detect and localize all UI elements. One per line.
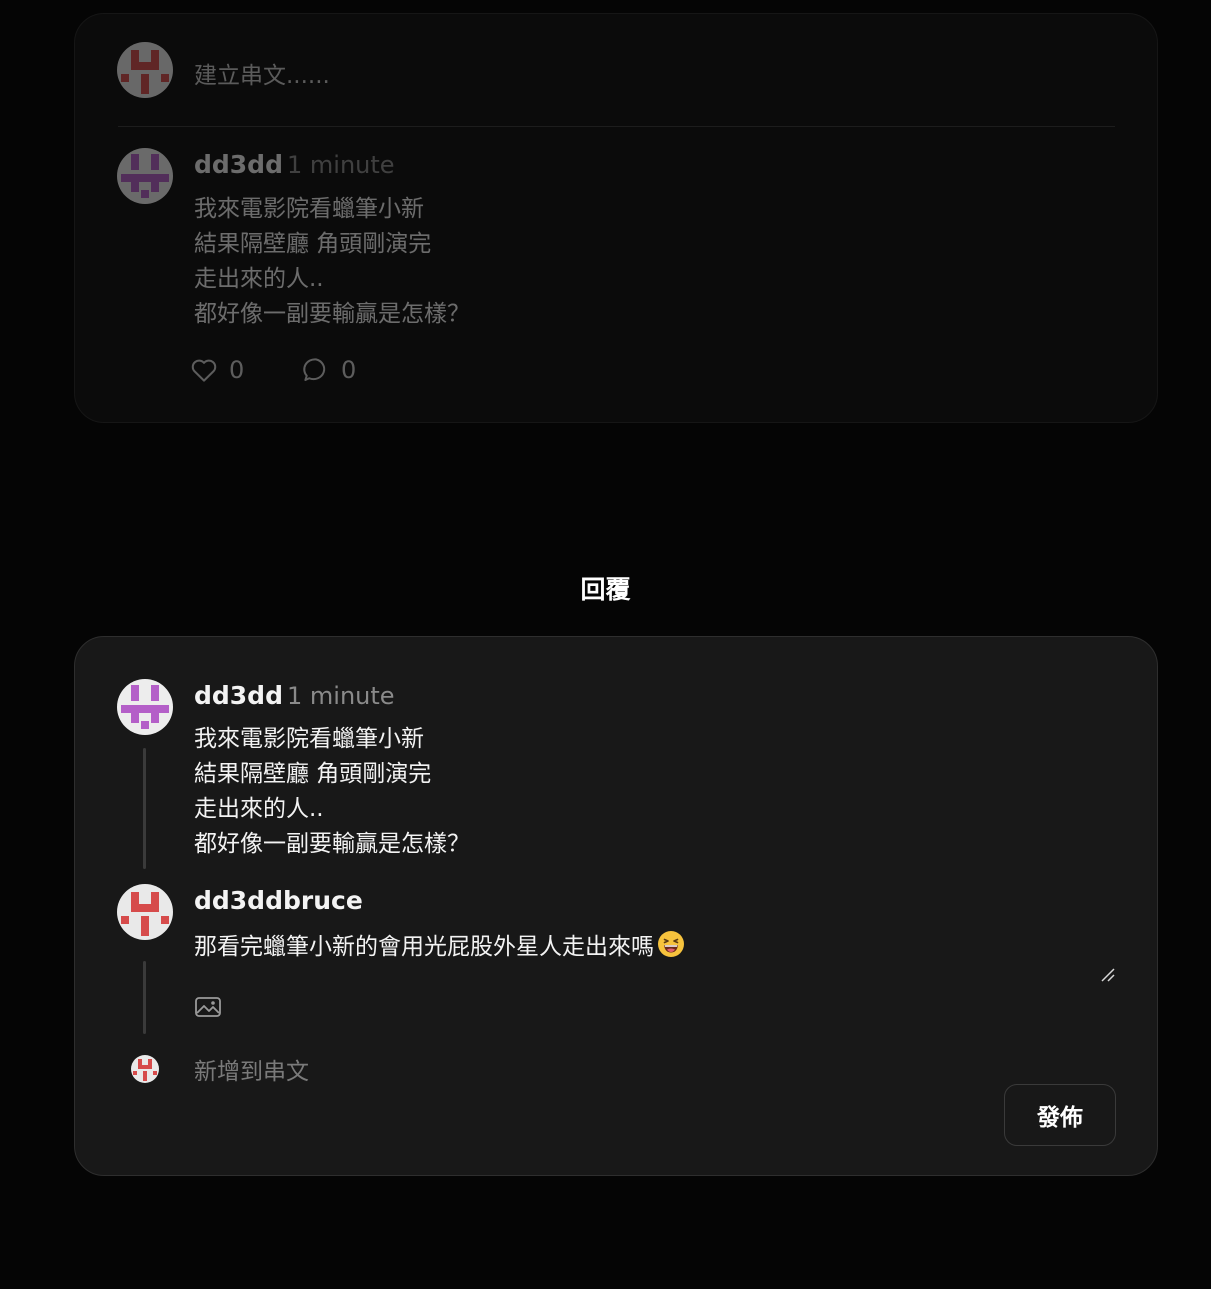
add-thread-avatar: [131, 1055, 159, 1083]
comment-button[interactable]: 0: [301, 355, 356, 385]
original-post-timestamp: 1 minute: [287, 682, 395, 710]
post-timestamp: 1 minute: [287, 151, 395, 179]
post-line: 結果隔壁廳 角頭剛演完: [194, 761, 432, 787]
reply-author-name[interactable]: dd3ddbruce: [194, 886, 363, 915]
reply-text: 那看完蠟筆小新的會用光屁股外星人走出來嗎: [194, 934, 654, 960]
attach-image-icon[interactable]: [194, 995, 222, 1019]
post-author-name[interactable]: dd3dd: [194, 150, 283, 179]
comment-icon: [303, 358, 326, 381]
thread-connector: [143, 748, 146, 869]
like-button[interactable]: 0: [189, 355, 244, 385]
post-line: 都好像一副要輸贏是怎樣？: [194, 301, 470, 327]
reply-textarea[interactable]: 那看完蠟筆小新的會用光屁股外星人走出來嗎: [194, 927, 684, 961]
post-line: 走出來的人..: [194, 796, 324, 822]
post-author-avatar[interactable]: [117, 148, 173, 204]
post-line: 結果隔壁廳 角頭剛演完: [194, 231, 432, 257]
heart-icon: [191, 359, 217, 382]
post-button[interactable]: 發佈: [1004, 1084, 1116, 1146]
post-line: 走出來的人..: [194, 266, 324, 292]
original-author-avatar[interactable]: [117, 679, 173, 735]
modal-title: 回覆: [580, 575, 631, 604]
compose-thread-input[interactable]: 建立串文......: [194, 56, 330, 90]
comment-count: 0: [341, 356, 357, 384]
post-body: 我來電影院看蠟筆小新 結果隔壁廳 角頭剛演完 走出來的人.. 都好像一副要輸贏是…: [194, 192, 470, 332]
thread-connector: [143, 961, 146, 1034]
original-post-body: 我來電影院看蠟筆小新 結果隔壁廳 角頭剛演完 走出來的人.. 都好像一副要輸贏是…: [194, 722, 470, 862]
laughing-face-emoji: [658, 931, 684, 957]
resize-handle-icon[interactable]: [1100, 967, 1116, 983]
user-avatar[interactable]: [117, 42, 173, 98]
add-to-thread-button[interactable]: 新增到串文: [194, 1052, 309, 1086]
post-line: 我來電影院看蠟筆小新: [194, 196, 424, 222]
post-line: 我來電影院看蠟筆小新: [194, 726, 424, 752]
like-count: 0: [229, 356, 245, 384]
post-line: 都好像一副要輸贏是怎樣？: [194, 831, 470, 857]
divider: [118, 126, 1115, 127]
original-author-name[interactable]: dd3dd: [194, 681, 283, 710]
reply-author-avatar[interactable]: [117, 884, 173, 940]
